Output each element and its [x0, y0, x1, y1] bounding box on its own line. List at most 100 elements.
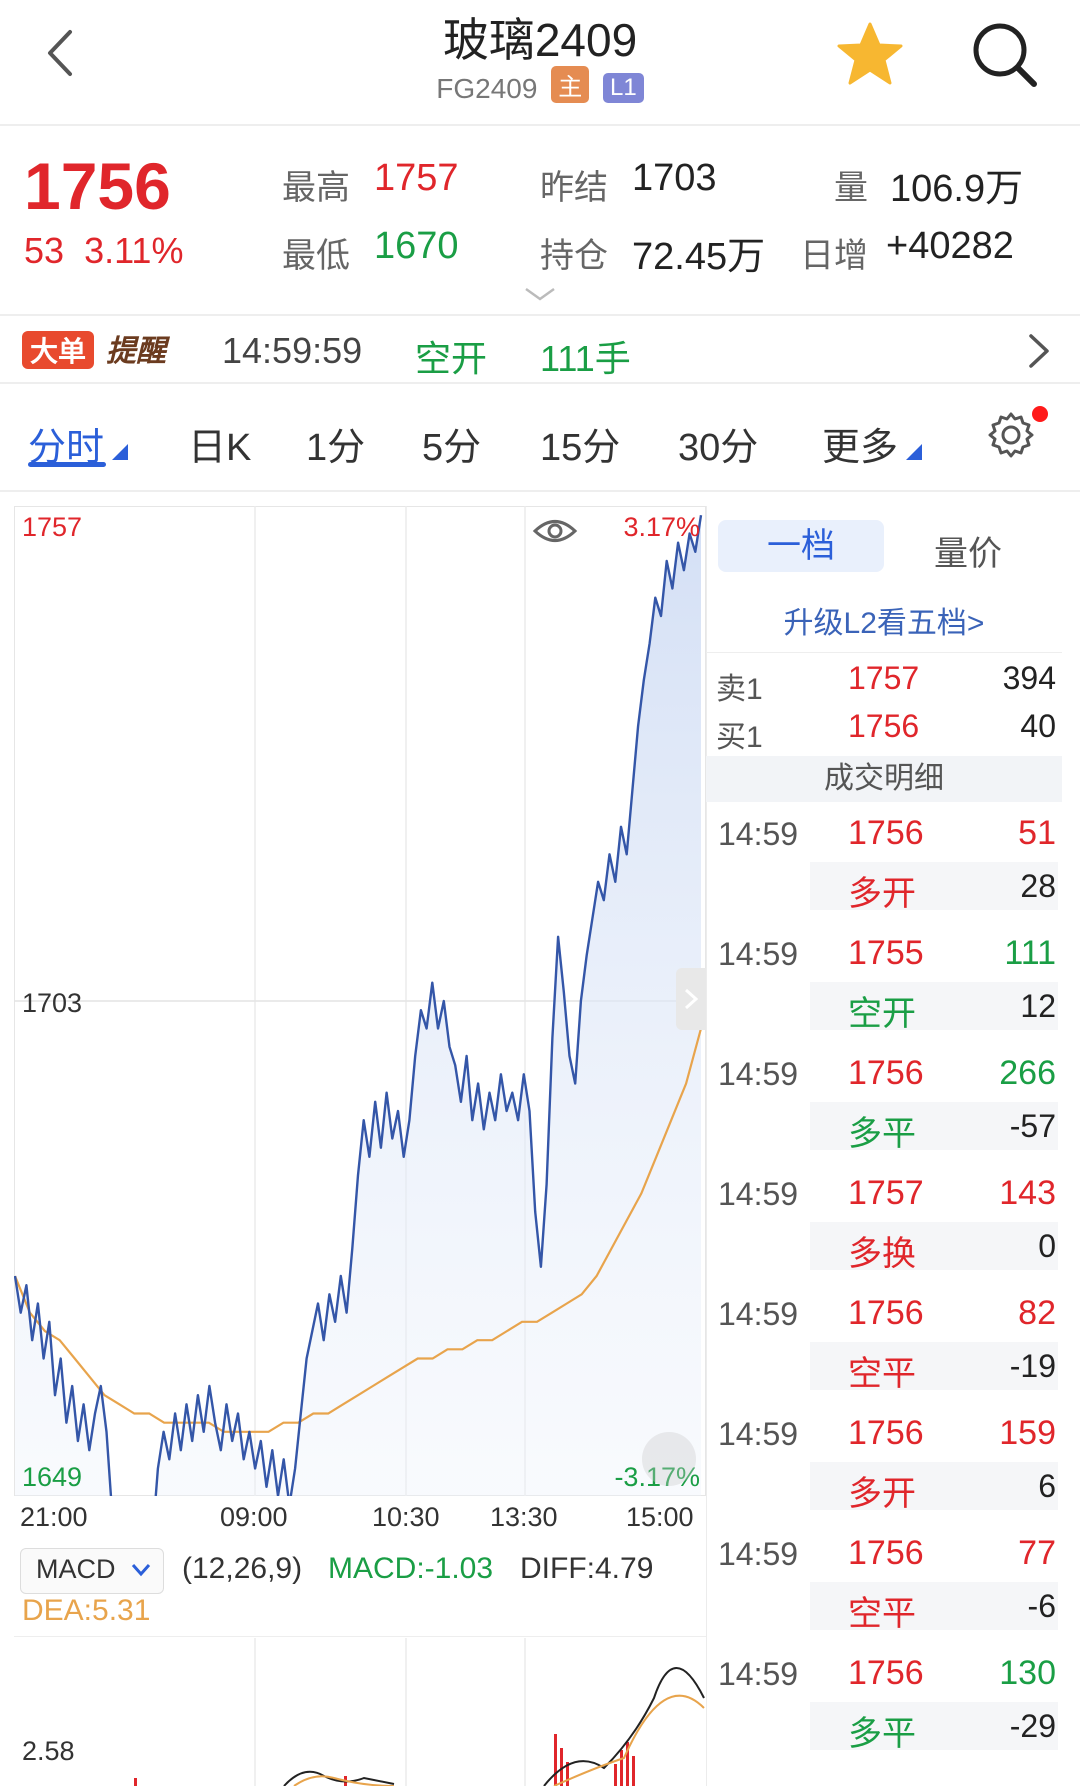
macd-histogram [134, 1734, 635, 1786]
trade-oi-change: 6 [1038, 1468, 1056, 1504]
price-area-fill [15, 515, 701, 1496]
y-axis-mid-label: 1703 [22, 988, 82, 1018]
time-axis-label: 21:00 [20, 1502, 88, 1532]
low-label: 最低 [282, 237, 350, 275]
chevron-down-icon[interactable] [522, 286, 558, 302]
trade-volume: 82 [1018, 1294, 1056, 1332]
price-change: 53 3.11% [24, 230, 183, 272]
sell1-price: 1757 [848, 660, 920, 696]
trade-volume: 143 [999, 1174, 1056, 1212]
dropdown-corner-icon [906, 444, 922, 460]
time-axis-label: 09:00 [220, 1502, 288, 1532]
divider [0, 490, 1080, 492]
divider [0, 314, 1080, 316]
trade-price: 1756 [848, 1294, 924, 1332]
alert-badge-text-a: 大单 [30, 335, 86, 368]
macd-y-axis-label: 2.58 [22, 1736, 75, 1766]
contract-code-row: FG2409 主 L1 [0, 66, 1080, 105]
buy1-quantity: 40 [1020, 708, 1056, 744]
macd-dea: DEA:5.31 [22, 1594, 151, 1627]
tab-15min[interactable]: 15分 [540, 416, 620, 471]
y-axis-max-label: 1757 [22, 512, 82, 542]
alert-type: 空开 [415, 338, 488, 379]
trade-time: 14:59 [718, 1416, 799, 1452]
trade-oi-change: -6 [1027, 1588, 1056, 1624]
trade-time: 14:59 [718, 1176, 799, 1212]
main-contract-badge: 主 [551, 66, 590, 103]
time-axis-label: 13:30 [490, 1502, 558, 1532]
trade-oi-change: 12 [1020, 988, 1056, 1024]
trade-oi-change: 28 [1020, 868, 1056, 904]
high-value: 1757 [374, 157, 459, 199]
chevron-right-icon[interactable] [1026, 332, 1052, 370]
alert-badge-text-b: 提醒 [106, 334, 171, 369]
prev-close-value: 1703 [632, 157, 717, 199]
last-price: 1756 [24, 149, 171, 223]
open-interest-value: 72.45万 [632, 236, 766, 278]
trade-price: 1756 [848, 1414, 924, 1452]
time-axis-label: 10:30 [372, 1502, 440, 1532]
trade-oi-change: 0 [1038, 1228, 1056, 1264]
sell1-quantity: 394 [1002, 660, 1056, 696]
trade-volume: 130 [999, 1654, 1056, 1692]
eye-icon[interactable] [532, 514, 578, 548]
trade-time: 14:59 [718, 1536, 799, 1572]
big-order-alert-badge[interactable]: 大单 提醒 [22, 329, 174, 371]
buy1-label: 买1 [716, 721, 763, 754]
trade-volume: 159 [999, 1414, 1056, 1452]
trade-volume: 266 [999, 1054, 1056, 1092]
trade-time: 14:59 [718, 936, 799, 972]
alert-quantity: 111手 [540, 338, 631, 379]
trade-time: 14:59 [718, 1656, 799, 1692]
indicator-selector-label: MACD [36, 1554, 116, 1584]
trade-price: 1756 [848, 1054, 924, 1092]
trade-type: 多开 [848, 1475, 916, 1513]
active-tab-indicator [28, 462, 106, 467]
macd-dea-line [293, 1694, 705, 1786]
macd-diff: DIFF:4.79 [520, 1552, 654, 1585]
y-axis-min-label: 1649 [22, 1462, 82, 1492]
star-icon[interactable] [836, 20, 904, 88]
trade-price: 1756 [848, 1654, 924, 1692]
tab-30min[interactable]: 30分 [678, 416, 758, 471]
tab-level1[interactable]: 一档 [718, 520, 884, 572]
trade-price: 1756 [848, 814, 924, 852]
gear-icon[interactable] [986, 410, 1036, 460]
tab-daily-k[interactable]: 日K [188, 416, 251, 471]
divider [14, 1636, 706, 1637]
trade-volume: 51 [1018, 814, 1056, 852]
alert-time: 14:59:59 [222, 330, 363, 371]
header-bar: 玻璃2409 FG2409 主 L1 [0, 0, 1080, 126]
search-icon[interactable] [970, 20, 1040, 90]
contract-code: FG2409 [436, 73, 538, 104]
upgrade-l2-link[interactable]: 升级L2看五档> [706, 598, 1062, 642]
high-label: 最高 [282, 169, 350, 207]
prev-close-label: 昨结 [540, 169, 608, 207]
tab-5min[interactable]: 5分 [422, 416, 481, 471]
macd-chart[interactable] [14, 1638, 706, 1786]
tab-volume-price[interactable]: 量价 [934, 526, 1002, 575]
trade-time: 14:59 [718, 1056, 799, 1092]
intraday-chart[interactable]: 1757 1703 1649 3.17% -3.17% [14, 506, 706, 1496]
trade-time: 14:59 [718, 1296, 799, 1332]
level-badge: L1 [603, 73, 644, 103]
divider [706, 652, 1062, 653]
tab-more[interactable]: 更多 [822, 416, 898, 471]
trade-detail-header: 成交明细 [706, 756, 1062, 802]
low-value: 1670 [374, 225, 459, 267]
trade-price: 1755 [848, 934, 924, 972]
trade-type: 多平 [848, 1715, 916, 1753]
trade-type: 多开 [848, 875, 916, 913]
open-interest-label: 持仓 [540, 237, 608, 275]
time-axis-label: 15:00 [626, 1502, 694, 1532]
trade-type: 空平 [848, 1595, 916, 1633]
volume-label: 量 [834, 169, 868, 207]
tab-1min[interactable]: 1分 [306, 416, 365, 471]
chevron-down-icon [131, 1564, 151, 1577]
chevron-right-icon [684, 988, 699, 1010]
trade-type: 空平 [848, 1355, 916, 1393]
collapse-panel-button[interactable] [676, 968, 706, 1030]
page-title: 玻璃2409 [442, 14, 638, 66]
fullscreen-button[interactable] [642, 1432, 696, 1486]
dropdown-corner-icon [112, 444, 128, 460]
